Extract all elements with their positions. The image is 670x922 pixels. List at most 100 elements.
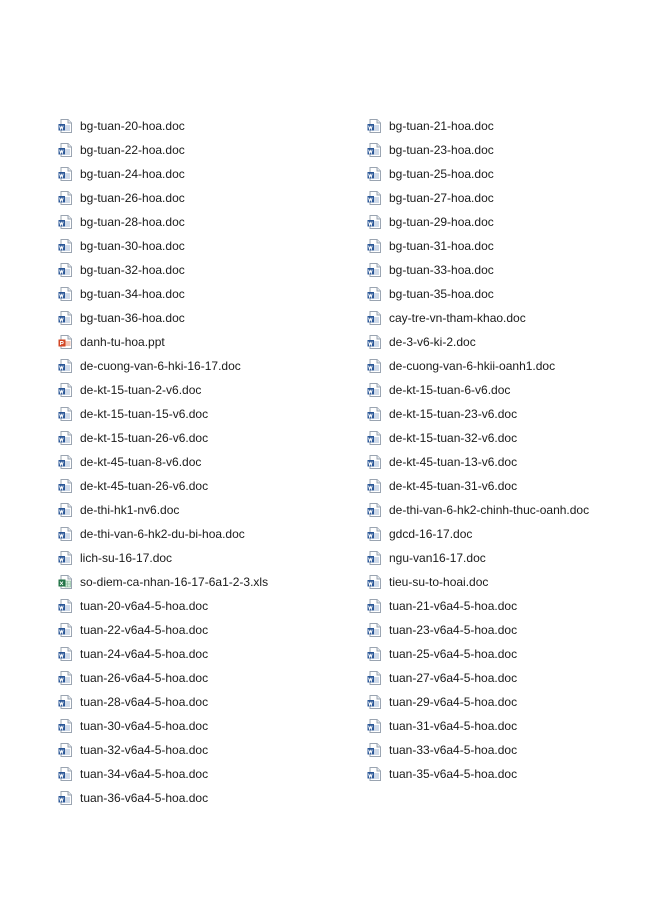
file-item[interactable]: tuan-25-v6a4-5-hoa.doc: [367, 642, 667, 666]
file-name: bg-tuan-33-hoa.doc: [389, 263, 494, 277]
word-doc-icon: [58, 454, 74, 470]
file-item[interactable]: de-kt-45-tuan-26-v6.doc: [58, 474, 358, 498]
file-item[interactable]: bg-tuan-33-hoa.doc: [367, 258, 667, 282]
word-doc-icon: [367, 502, 383, 518]
file-item[interactable]: bg-tuan-24-hoa.doc: [58, 162, 358, 186]
file-item[interactable]: de-kt-15-tuan-15-v6.doc: [58, 402, 358, 426]
file-name: tuan-32-v6a4-5-hoa.doc: [80, 743, 209, 757]
file-name: de-kt-45-tuan-26-v6.doc: [80, 479, 209, 493]
word-doc-icon: [367, 694, 383, 710]
file-item[interactable]: bg-tuan-26-hoa.doc: [58, 186, 358, 210]
word-doc-icon: [58, 286, 74, 302]
file-item[interactable]: tuan-29-v6a4-5-hoa.doc: [367, 690, 667, 714]
file-item[interactable]: tuan-36-v6a4-5-hoa.doc: [58, 786, 358, 810]
file-item[interactable]: de-kt-45-tuan-13-v6.doc: [367, 450, 667, 474]
word-doc-icon: [58, 598, 74, 614]
file-item[interactable]: tuan-22-v6a4-5-hoa.doc: [58, 618, 358, 642]
file-item[interactable]: so-diem-ca-nhan-16-17-6a1-2-3.xls: [58, 570, 358, 594]
file-item[interactable]: de-kt-15-tuan-32-v6.doc: [367, 426, 667, 450]
word-doc-icon: [367, 574, 383, 590]
file-name: bg-tuan-20-hoa.doc: [80, 119, 185, 133]
file-item[interactable]: de-kt-45-tuan-31-v6.doc: [367, 474, 667, 498]
file-item[interactable]: de-kt-15-tuan-23-v6.doc: [367, 402, 667, 426]
file-item[interactable]: tuan-26-v6a4-5-hoa.doc: [58, 666, 358, 690]
file-item[interactable]: bg-tuan-25-hoa.doc: [367, 162, 667, 186]
word-doc-icon: [367, 334, 383, 350]
file-name: bg-tuan-32-hoa.doc: [80, 263, 185, 277]
word-doc-icon: [58, 382, 74, 398]
file-item[interactable]: de-cuong-van-6-hki-16-17.doc: [58, 354, 358, 378]
file-name: bg-tuan-31-hoa.doc: [389, 239, 494, 253]
file-name: de-kt-15-tuan-15-v6.doc: [80, 407, 209, 421]
file-item[interactable]: lich-su-16-17.doc: [58, 546, 358, 570]
word-doc-icon: [58, 262, 74, 278]
file-item[interactable]: bg-tuan-27-hoa.doc: [367, 186, 667, 210]
file-item[interactable]: bg-tuan-28-hoa.doc: [58, 210, 358, 234]
word-doc-icon: [367, 190, 383, 206]
file-item[interactable]: tuan-27-v6a4-5-hoa.doc: [367, 666, 667, 690]
file-name: bg-tuan-23-hoa.doc: [389, 143, 494, 157]
file-item[interactable]: de-3-v6-ki-2.doc: [367, 330, 667, 354]
file-name: tuan-28-v6a4-5-hoa.doc: [80, 695, 209, 709]
file-item[interactable]: de-thi-van-6-hk2-du-bi-hoa.doc: [58, 522, 358, 546]
file-item[interactable]: de-thi-hk1-nv6.doc: [58, 498, 358, 522]
word-doc-icon: [367, 622, 383, 638]
file-name: bg-tuan-24-hoa.doc: [80, 167, 185, 181]
file-item[interactable]: tuan-31-v6a4-5-hoa.doc: [367, 714, 667, 738]
file-item[interactable]: de-kt-15-tuan-26-v6.doc: [58, 426, 358, 450]
file-item[interactable]: bg-tuan-30-hoa.doc: [58, 234, 358, 258]
file-item[interactable]: bg-tuan-21-hoa.doc: [367, 114, 667, 138]
file-name: tuan-21-v6a4-5-hoa.doc: [389, 599, 518, 613]
file-item[interactable]: cay-tre-vn-tham-khao.doc: [367, 306, 667, 330]
file-item[interactable]: de-thi-van-6-hk2-chinh-thuc-oanh.doc: [367, 498, 667, 522]
file-item[interactable]: tuan-24-v6a4-5-hoa.doc: [58, 642, 358, 666]
file-item[interactable]: tuan-20-v6a4-5-hoa.doc: [58, 594, 358, 618]
file-item[interactable]: de-cuong-van-6-hkii-oanh1.doc: [367, 354, 667, 378]
file-name: bg-tuan-22-hoa.doc: [80, 143, 185, 157]
file-name: de-kt-15-tuan-26-v6.doc: [80, 431, 209, 445]
file-item[interactable]: tuan-34-v6a4-5-hoa.doc: [58, 762, 358, 786]
file-item[interactable]: tieu-su-to-hoai.doc: [367, 570, 667, 594]
word-doc-icon: [58, 430, 74, 446]
file-item[interactable]: bg-tuan-31-hoa.doc: [367, 234, 667, 258]
file-name: de-kt-15-tuan-32-v6.doc: [389, 431, 518, 445]
file-item[interactable]: bg-tuan-22-hoa.doc: [58, 138, 358, 162]
file-item[interactable]: gdcd-16-17.doc: [367, 522, 667, 546]
file-item[interactable]: danh-tu-hoa.ppt: [58, 330, 358, 354]
file-item[interactable]: ngu-van16-17.doc: [367, 546, 667, 570]
word-doc-icon: [367, 310, 383, 326]
file-name: de-thi-van-6-hk2-chinh-thuc-oanh.doc: [389, 503, 590, 517]
word-doc-icon: [58, 478, 74, 494]
file-item[interactable]: bg-tuan-29-hoa.doc: [367, 210, 667, 234]
word-doc-icon: [58, 622, 74, 638]
file-item[interactable]: tuan-30-v6a4-5-hoa.doc: [58, 714, 358, 738]
file-name: de-thi-hk1-nv6.doc: [80, 503, 180, 517]
file-item[interactable]: bg-tuan-20-hoa.doc: [58, 114, 358, 138]
file-item[interactable]: de-kt-45-tuan-8-v6.doc: [58, 450, 358, 474]
file-name: bg-tuan-28-hoa.doc: [80, 215, 185, 229]
file-item[interactable]: tuan-21-v6a4-5-hoa.doc: [367, 594, 667, 618]
file-item[interactable]: bg-tuan-23-hoa.doc: [367, 138, 667, 162]
file-item[interactable]: bg-tuan-34-hoa.doc: [58, 282, 358, 306]
word-doc-icon: [367, 118, 383, 134]
file-item[interactable]: bg-tuan-36-hoa.doc: [58, 306, 358, 330]
word-doc-icon: [58, 670, 74, 686]
word-doc-icon: [58, 694, 74, 710]
file-item[interactable]: de-kt-15-tuan-2-v6.doc: [58, 378, 358, 402]
file-item[interactable]: tuan-28-v6a4-5-hoa.doc: [58, 690, 358, 714]
file-item[interactable]: bg-tuan-35-hoa.doc: [367, 282, 667, 306]
file-item[interactable]: bg-tuan-32-hoa.doc: [58, 258, 358, 282]
file-item[interactable]: tuan-32-v6a4-5-hoa.doc: [58, 738, 358, 762]
file-item[interactable]: tuan-35-v6a4-5-hoa.doc: [367, 762, 667, 786]
word-doc-icon: [367, 166, 383, 182]
word-doc-icon: [58, 502, 74, 518]
file-item[interactable]: tuan-23-v6a4-5-hoa.doc: [367, 618, 667, 642]
file-item[interactable]: de-kt-15-tuan-6-v6.doc: [367, 378, 667, 402]
file-name: de-kt-15-tuan-2-v6.doc: [80, 383, 202, 397]
file-name: bg-tuan-27-hoa.doc: [389, 191, 494, 205]
file-item[interactable]: tuan-33-v6a4-5-hoa.doc: [367, 738, 667, 762]
file-name: tuan-22-v6a4-5-hoa.doc: [80, 623, 209, 637]
file-name: bg-tuan-25-hoa.doc: [389, 167, 494, 181]
word-doc-icon: [367, 358, 383, 374]
word-doc-icon: [367, 238, 383, 254]
